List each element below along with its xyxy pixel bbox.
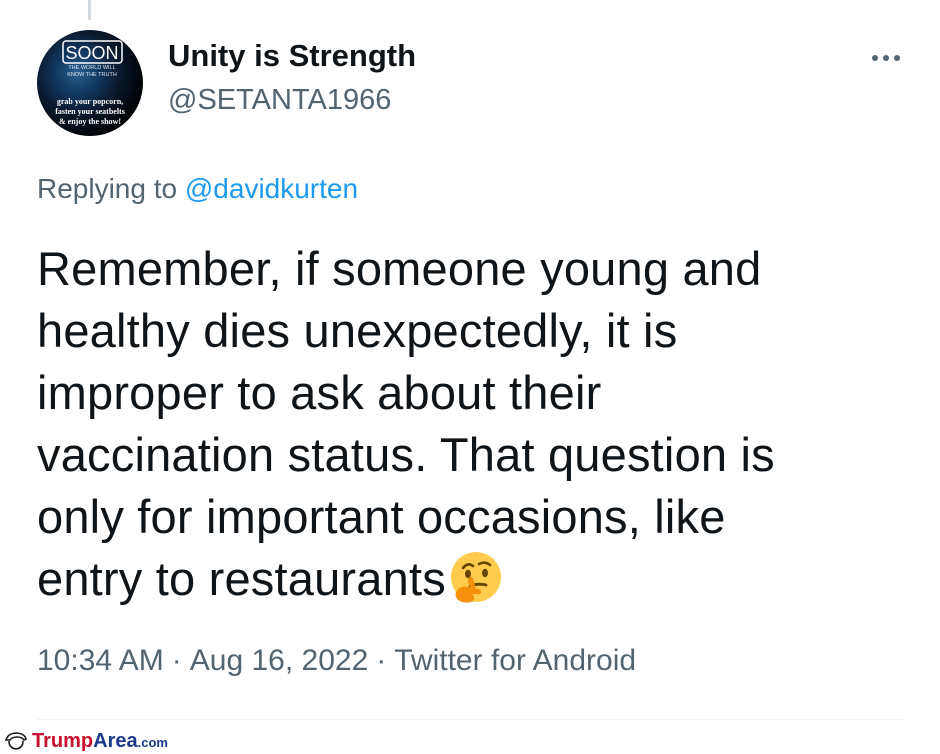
tweet-meta: 10:34 AM · Aug 16, 2022 · Twitter for Androi… <box>37 644 636 678</box>
trump-hair-logo-icon <box>4 731 28 751</box>
tweet-text-line: improper to ask about their <box>37 366 602 419</box>
watermark: TrumpArea.com <box>4 728 174 754</box>
tweet-text: Remember, if someone young and healthy d… <box>37 238 897 620</box>
tweet-text-line: healthy dies unexpectedly, it is <box>37 304 678 357</box>
tweet-text-line: only for important occasions, like <box>37 490 726 543</box>
user-handle[interactable]: @SETANTA1966 <box>168 84 391 117</box>
tweet-text-line: vaccination status. That question is <box>37 428 775 481</box>
svg-text:grab your popcorn,: grab your popcorn, <box>57 97 123 106</box>
thinking-face-icon <box>448 549 504 620</box>
tweet-time-link[interactable]: 10:34 AM <box>37 644 164 677</box>
svg-text:THE WORLD WILL: THE WORLD WILL <box>68 65 115 71</box>
meta-separator: · <box>376 644 387 677</box>
svg-text:KNOW THE TRUTH: KNOW THE TRUTH <box>67 72 117 78</box>
tweet-text-last-line: entry to restaurants <box>37 548 897 620</box>
tweet-text-line: Remember, if someone young and <box>37 242 762 295</box>
replying-to-mention-link[interactable]: @davidkurten <box>185 173 358 204</box>
avatar[interactable]: SOON THE WORLD WILL KNOW THE TRUTH grab … <box>37 30 143 136</box>
avatar-image: SOON THE WORLD WILL KNOW THE TRUTH grab … <box>55 40 125 126</box>
svg-text:& enjoy the show!: & enjoy the show! <box>59 117 121 126</box>
more-dots-icon <box>872 55 878 61</box>
watermark-brand: TrumpArea.com <box>32 730 168 753</box>
svg-text:fasten your seatbelts: fasten your seatbelts <box>55 107 125 116</box>
watermark-brand-part2: Area <box>93 729 138 752</box>
replying-prefix: Replying to <box>37 173 178 204</box>
more-options-button[interactable] <box>860 40 912 76</box>
tweet-date-link[interactable]: Aug 16, 2022 <box>190 644 369 677</box>
divider <box>37 719 905 720</box>
watermark-brand-part1: Trump <box>32 729 94 752</box>
display-name[interactable]: Unity is Strength <box>168 38 416 74</box>
replying-to: Replying to @davidkurten <box>37 173 358 205</box>
watermark-domain: .com <box>137 734 168 750</box>
thread-connector-line <box>88 0 91 20</box>
meta-separator: · <box>171 644 182 677</box>
tweet-source-link[interactable]: Twitter for Android <box>394 644 636 677</box>
avatar-soon-text: SOON <box>65 43 118 63</box>
tweet-text-line: entry to restaurants <box>37 552 446 605</box>
